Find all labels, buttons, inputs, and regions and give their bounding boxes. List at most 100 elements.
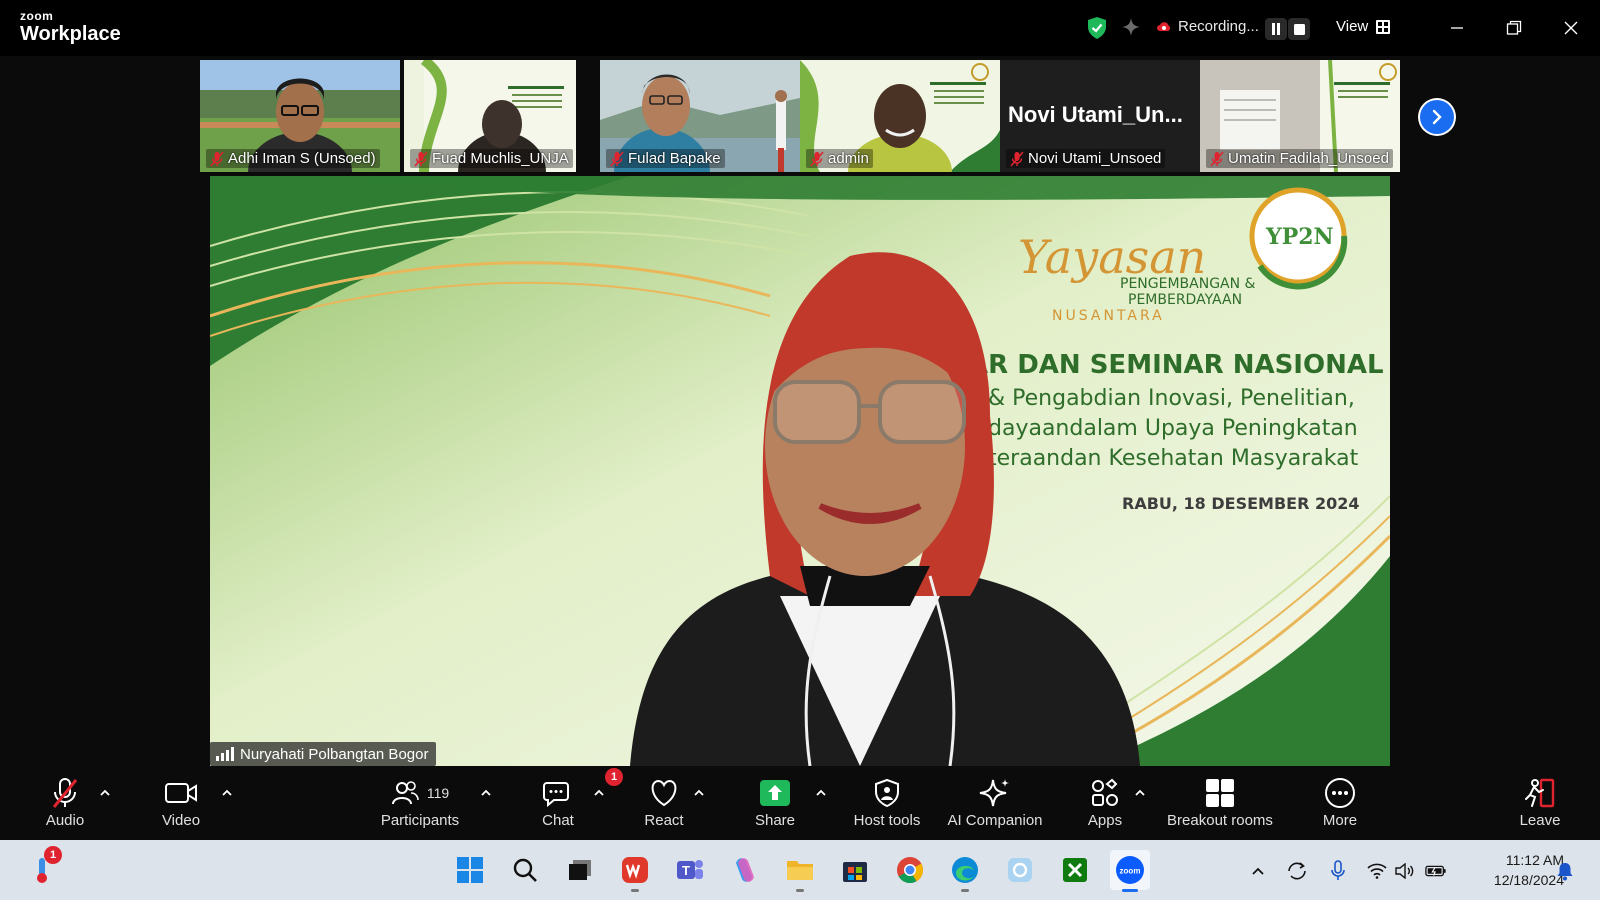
close-icon [1564,21,1578,35]
audio-label: Audio [45,812,85,829]
view-label: View [1336,18,1369,35]
participant-thumbnail[interactable]: Umatin Fadilah_Unsoed [1200,60,1400,172]
store-icon [843,862,867,882]
microphone-tray-icon[interactable] [1327,860,1349,882]
taskbar-weather-widget[interactable]: 1 [22,846,62,890]
mic-muted-icon [610,150,624,167]
pause-recording-button[interactable] [1265,18,1287,40]
video-button[interactable]: Video [126,776,236,829]
host-tools-button[interactable]: Host tools [832,776,942,829]
share-options-chevron-icon[interactable] [814,786,828,800]
notifications-button[interactable] [1554,860,1576,882]
audio-button[interactable]: Audio [10,776,120,829]
chevron-up-icon [1252,867,1264,875]
breakout-rooms-label: Breakout rooms [1167,812,1273,829]
chat-options-chevron-icon[interactable] [592,786,606,800]
taskbar-store[interactable] [835,850,875,890]
participant-thumbnail[interactable]: Novi Utami_Un... Novi Utami_Unsoed [1000,60,1200,172]
apps-options-chevron-icon[interactable] [1133,786,1147,800]
react-button[interactable]: React [609,776,719,829]
weather-badge: 1 [44,846,62,864]
brand-small: zoom [20,9,54,23]
volume-icon [1395,863,1414,879]
participant-name: Fuad Muchlis_UNJA [432,150,569,167]
participant-name: admin [828,150,869,167]
taskbar-clock[interactable]: 11:12 AM 12/18/2024 [1466,850,1564,890]
stop-recording-button[interactable] [1288,18,1310,40]
participant-thumbnail[interactable]: Fuad Muchlis_UNJA [404,60,576,172]
zoom-icon: zoom [1116,856,1144,884]
react-options-chevron-icon[interactable] [692,786,706,800]
sync-tray-icon[interactable] [1286,860,1308,882]
speaker-name: Nuryahati Polbangtan Bogor [240,745,429,763]
ai-companion-button[interactable]: AI Companion [940,776,1050,829]
participant-name-tag: Fulad Bapake [606,149,725,168]
taskbar-chrome[interactable] [890,850,930,890]
recording-indicator[interactable]: Recording... [1156,18,1259,35]
taskbar-wps-office[interactable] [615,850,655,892]
zoom-logo: zoom Workplace [20,10,121,44]
leave-button[interactable]: Leave [1485,776,1595,829]
restore-button[interactable] [1499,14,1529,42]
mic-muted-icon [810,150,824,167]
share-button[interactable]: Share [720,776,830,829]
task-view-button[interactable] [560,850,600,890]
search-icon [513,858,537,882]
svg-text:T: T [682,863,690,878]
show-hidden-icons-button[interactable] [1247,860,1269,882]
active-speaker-video: YP2N Yayasan PENGEMBANGAN & PEMBERDAYAAN… [210,176,1390,766]
close-button[interactable] [1556,14,1586,42]
ai-sparkle-icon[interactable] [1120,16,1142,38]
task-view-icon [569,860,591,880]
copilot-icon [736,858,754,882]
participant-name-tag: Fuad Muchlis_UNJA [410,149,573,168]
more-label: More [1322,812,1358,829]
breakout-rooms-button[interactable]: Breakout rooms [1155,776,1285,829]
host-tools-label: Host tools [853,812,921,829]
taskbar-xbox[interactable] [1055,850,1095,890]
next-page-button[interactable] [1418,98,1456,136]
battery-tray-icon[interactable] [1425,860,1447,882]
participant-thumbnail[interactable]: Fulad Bapake [600,60,800,172]
signal-strength-icon [216,747,234,761]
taskbar-edge[interactable] [945,850,985,892]
sync-icon [1288,862,1306,880]
volume-tray-icon[interactable] [1394,860,1416,882]
apps-button[interactable]: Apps [1050,776,1160,829]
minimize-button[interactable] [1442,14,1472,42]
wifi-tray-icon[interactable] [1366,860,1388,882]
participants-options-chevron-icon[interactable] [479,786,493,800]
speaker-figure [630,252,1140,766]
taskbar-file-explorer[interactable] [780,850,820,892]
taskbar-search[interactable] [505,850,545,890]
participants-label: Participants [380,812,460,829]
xbox-icon [1063,858,1087,882]
video-options-chevron-icon[interactable] [220,786,234,800]
participant-thumbnail[interactable]: admin [800,60,1000,172]
view-button[interactable]: View [1336,18,1391,35]
svg-text:zoom: zoom [1120,867,1141,876]
taskbar-app-generic[interactable] [1000,850,1040,890]
pause-icon [1272,23,1280,35]
more-button[interactable]: More [1285,776,1395,829]
taskbar-zoom[interactable]: zoom [1110,850,1150,892]
mic-muted-icon [1010,150,1024,167]
participants-icon [391,781,419,805]
chrome-icon [897,857,924,884]
clock-time: 11:12 AM [1505,852,1564,868]
audio-options-chevron-icon[interactable] [98,786,112,800]
chat-button[interactable]: 1 Chat [503,768,623,829]
ai-companion-sparkle-icon [979,779,1009,807]
leave-exit-icon [1525,778,1555,808]
recording-label: Recording... [1178,18,1259,35]
participant-thumbnail[interactable]: Adhi Iman S (Unsoed) [200,60,400,172]
participants-button[interactable]: 119 Participants [365,776,475,829]
taskbar-teams[interactable]: T [670,850,710,890]
taskbar-copilot[interactable] [725,850,765,890]
folder-icon [787,861,813,880]
apps-label: Apps [1087,812,1123,829]
participant-name-tag: admin [806,149,873,168]
windows-taskbar: 1 T zoom 11:12 AM 12/18/2024 [0,840,1600,900]
encryption-shield-icon[interactable] [1086,16,1108,40]
start-button[interactable] [450,850,490,890]
